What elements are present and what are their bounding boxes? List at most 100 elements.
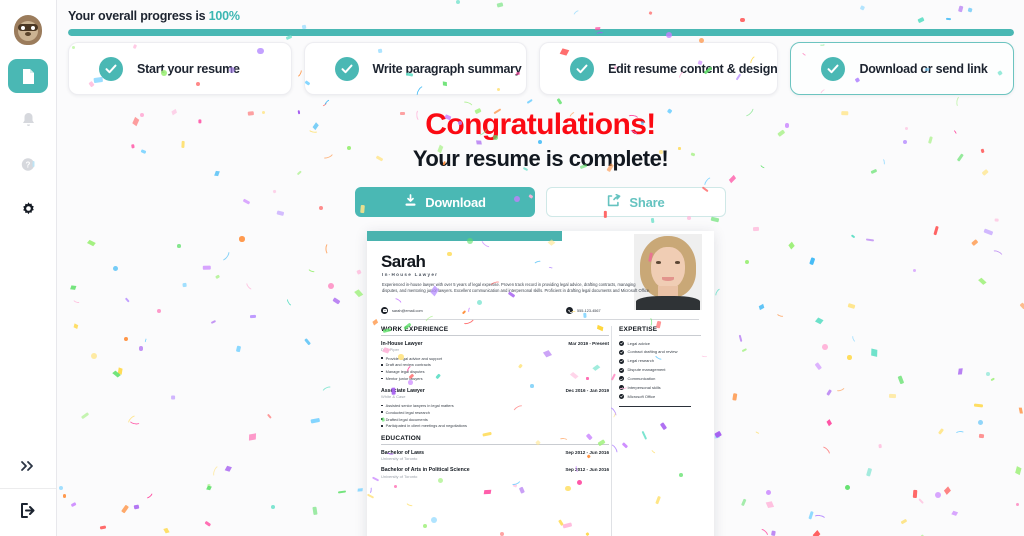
phone-icon (566, 307, 573, 314)
expertise-item-label: Dispute management (627, 367, 666, 373)
education-school: University of Toronto (381, 456, 418, 462)
progress-percent: 100% (208, 9, 240, 23)
section-rule (619, 335, 701, 336)
expertise-list: Legal advice Contract drafting and review… (619, 341, 701, 400)
job-bullet: Assisted senior lawyers in legal matters (381, 403, 609, 408)
job-company: White & Case (381, 394, 406, 400)
document-icon (21, 68, 36, 85)
expertise-item: Interpersonal skills (619, 385, 701, 391)
check-circle-icon (619, 385, 624, 391)
section-rule (381, 335, 609, 336)
step-card-label: Download or send link (859, 61, 988, 76)
expertise-item-label: Interpersonal skills (627, 385, 661, 391)
progress-bar-fill (68, 29, 1014, 36)
education-dates: Sep 2012 - Jun 2016 (565, 449, 609, 455)
expertise-item-label: Communication (627, 376, 656, 382)
gear-icon (21, 201, 36, 216)
sidebar-expand-button[interactable] (0, 448, 56, 488)
envelope-icon (381, 307, 388, 314)
expertise-item: Dispute management (619, 367, 701, 373)
step-card-1[interactable]: Start your resume (68, 42, 292, 95)
job-dates: Mar 2019 - Present (568, 340, 609, 346)
resume-name: Sarah (381, 252, 426, 271)
share-button[interactable]: Share (546, 187, 726, 217)
job-bullet: Provide legal advice and support (381, 356, 609, 361)
check-circle-icon (619, 394, 624, 400)
job-bullet: Draft and review contracts (381, 362, 609, 367)
job-dates: Dec 2016 - Jan 2019 (565, 387, 609, 393)
job-company: DLA Piper (381, 347, 400, 353)
main-content: Your overall progress is 100% Start your… (57, 0, 1024, 536)
resume-complete-subheading: Your resume is complete! (412, 146, 669, 171)
step-card-label: Edit resume content & design (608, 61, 778, 76)
expertise-item-label: Legal research (627, 358, 654, 364)
help-icon: ? (21, 157, 36, 172)
job-bullet: Participated in client meetings and nego… (381, 423, 609, 428)
job-bullet: Mentor junior lawyers (381, 376, 609, 381)
resume-job-title: In-House Lawyer (382, 272, 439, 277)
education-school: University of Toronto (381, 473, 418, 479)
job-bullets: Assisted senior lawyers in legal matters… (381, 403, 609, 428)
resume-phone: 555-123-4567 (566, 307, 601, 314)
expertise-item: Contract drafting and review (619, 349, 701, 355)
bell-icon (21, 112, 36, 128)
expertise-item: Microsoft Office (619, 394, 701, 400)
step-card-2[interactable]: Write paragraph summary (303, 42, 528, 95)
check-icon (334, 56, 359, 81)
resume-preview[interactable]: Sarah In-House Lawyer Experienced in-hou… (367, 231, 714, 536)
step-card-4[interactable]: Download or send link (790, 42, 1015, 95)
check-circle-icon (619, 349, 624, 355)
work-experience-heading: WORK EXPERIENCE (381, 326, 449, 333)
congratulations-heading: Congratulations! (425, 108, 656, 141)
progress-label: Your overall progress is 100% (68, 9, 240, 23)
section-rule (381, 444, 609, 445)
check-circle-icon (619, 376, 624, 382)
job-entry: Associate Lawyer Dec 2016 - Jan 2019 White… (381, 388, 609, 428)
education-entry: Bachelor of Arts in Political Science Sep… (381, 467, 609, 479)
check-icon (570, 56, 595, 81)
check-icon (821, 56, 846, 81)
step-card-label: Write paragraph summary (372, 61, 522, 76)
sidebar: ? (0, 0, 57, 536)
education-list: Bachelor of Laws Sep 2012 - Jun 2016 Unive… (381, 450, 609, 479)
resume-email-text: sarah@email.com (392, 308, 423, 313)
sidebar-item-notifications[interactable] (8, 103, 48, 137)
resume-summary: Experienced in-house lawyer with over 5 … (382, 282, 651, 294)
logout-icon (20, 502, 37, 523)
expertise-item-label: Legal advice (627, 340, 650, 346)
education-degree: Bachelor of Laws (381, 449, 424, 456)
job-bullets: Provide legal advice and support Draft an… (381, 356, 609, 381)
education-heading: EDUCATION (381, 435, 421, 443)
download-button[interactable]: Download (355, 187, 535, 217)
sloth-logo[interactable] (8, 9, 48, 49)
resume-email: sarah@email.com (381, 307, 423, 314)
job-title: Associate Lawyer (381, 387, 425, 394)
step-card-3[interactable]: Edit resume content & design (539, 42, 779, 95)
education-dates: Sep 2012 - Jun 2016 (565, 467, 609, 473)
sidebar-item-settings[interactable] (8, 191, 48, 225)
check-circle-icon (619, 340, 624, 346)
sidebar-item-resume[interactable] (8, 59, 48, 93)
resume-photo (634, 234, 702, 310)
download-button-label: Download (425, 194, 486, 210)
action-buttons: Download Share (57, 187, 1024, 217)
expertise-bottom-rule (619, 405, 691, 407)
resume-column-divider (611, 326, 612, 536)
job-title: In-House Lawyer (381, 340, 423, 347)
check-icon (99, 56, 123, 81)
education-entry: Bachelor of Laws Sep 2012 - Jun 2016 Unive… (381, 450, 609, 462)
expertise-item-label: Contract drafting and review (627, 349, 678, 355)
resume-phone-text: 555-123-4567 (577, 308, 601, 313)
education-degree: Bachelor of Arts in Political Science (381, 467, 470, 474)
double-chevron-right-icon (20, 459, 36, 477)
share-button-label: Share (629, 194, 665, 210)
expertise-item: Communication (619, 376, 701, 382)
check-circle-icon (619, 358, 624, 364)
logout-button[interactable] (0, 488, 56, 536)
sidebar-item-help[interactable]: ? (8, 147, 48, 181)
job-bullet: Conducted legal research (381, 410, 609, 415)
download-icon (404, 194, 417, 210)
job-bullet: Manage legal disputes (381, 369, 609, 374)
share-icon (607, 193, 621, 210)
progress-bar (68, 29, 1014, 36)
